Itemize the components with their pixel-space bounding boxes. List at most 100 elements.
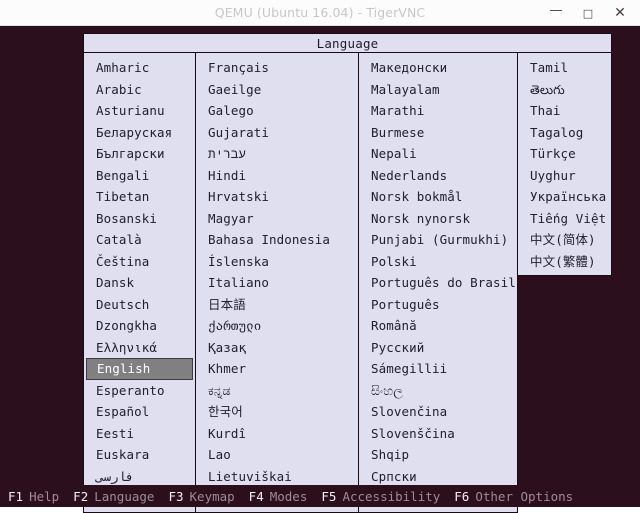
function-key-label: Other Options	[475, 488, 574, 504]
function-key-f4[interactable]: F4 Modes	[249, 489, 308, 504]
language-item[interactable]: Nederlands	[359, 165, 517, 187]
language-item[interactable]: Norsk nynorsk	[359, 208, 517, 230]
language-item[interactable]: فارسی	[84, 466, 195, 488]
language-item[interactable]: Kurdî	[196, 423, 358, 445]
language-item[interactable]: Nepali	[359, 143, 517, 165]
language-item[interactable]: Қазақ	[196, 337, 358, 359]
language-item[interactable]: Khmer	[196, 358, 358, 380]
language-item[interactable]: Tiếng Việt	[518, 208, 611, 230]
language-item[interactable]: Íslenska	[196, 251, 358, 273]
function-key-name: F5	[321, 488, 337, 504]
language-item[interactable]: Magyar	[196, 208, 358, 230]
function-key-label: Modes	[269, 488, 308, 504]
vnc-canvas[interactable]: Language Amharic Arabic Asturianu Беларуска…	[0, 26, 640, 513]
function-key-label: Accessibility	[342, 488, 441, 504]
language-item[interactable]: 한국어	[196, 401, 358, 423]
language-item[interactable]: Slovenčina	[359, 401, 517, 423]
language-item[interactable]: Euskara	[84, 444, 195, 466]
function-key-label: Language	[94, 488, 155, 504]
language-column-4: Tamil తెలుగు Thai Tagalog Türkçe Uyghur Україн…	[518, 53, 612, 276]
language-item[interactable]: Norsk bokmål	[359, 186, 517, 208]
function-key-f5[interactable]: F5 Accessibility	[321, 489, 440, 504]
language-item[interactable]: 中文(简体)	[518, 229, 611, 251]
language-item[interactable]: Asturianu	[84, 100, 195, 122]
language-item[interactable]: Italiano	[196, 272, 358, 294]
language-item[interactable]: Eesti	[84, 423, 195, 445]
language-item[interactable]: Bengali	[84, 165, 195, 187]
language-column-1: Amharic Arabic Asturianu Беларуская Българск…	[83, 53, 196, 513]
language-item[interactable]: Hrvatski	[196, 186, 358, 208]
language-item[interactable]: Arabic	[84, 79, 195, 101]
language-item[interactable]: Dzongkha	[84, 315, 195, 337]
language-item[interactable]: Español	[84, 401, 195, 423]
language-item[interactable]: Dansk	[84, 272, 195, 294]
language-item[interactable]: ქართული	[196, 315, 358, 337]
language-item[interactable]: Tagalog	[518, 122, 611, 144]
function-key-name: F3	[168, 488, 184, 504]
language-item[interactable]: Lao	[196, 444, 358, 466]
language-item[interactable]: Thai	[518, 100, 611, 122]
language-item[interactable]: Македонски	[359, 57, 517, 79]
language-item[interactable]: 中文(繁體)	[518, 251, 611, 273]
function-key-f1[interactable]: F1 Help	[8, 489, 59, 504]
language-item[interactable]: Português	[359, 294, 517, 316]
language-item[interactable]: Punjabi (Gurmukhi)	[359, 229, 517, 251]
language-item[interactable]: Uyghur	[518, 165, 611, 187]
language-item[interactable]: 日本語	[196, 294, 358, 316]
language-item[interactable]: Gaeilge	[196, 79, 358, 101]
language-item[interactable]: Ελληνικά	[84, 337, 195, 359]
language-column-2: Français Gaeilge Galego Gujarati עברית Hindi H…	[196, 53, 359, 513]
language-item[interactable]: Hindi	[196, 165, 358, 187]
language-item[interactable]: Malayalam	[359, 79, 517, 101]
language-item[interactable]: Deutsch	[84, 294, 195, 316]
language-item[interactable]: Shqip	[359, 444, 517, 466]
language-item[interactable]: Polski	[359, 251, 517, 273]
language-item[interactable]: Marathi	[359, 100, 517, 122]
window-title: QEMU (Ubuntu 16.04) - TigerVNC	[214, 5, 426, 20]
language-item[interactable]: Türkçe	[518, 143, 611, 165]
maximize-icon[interactable]: □	[572, 0, 604, 26]
language-item[interactable]: Português do Brasil	[359, 272, 517, 294]
language-item[interactable]: Bahasa Indonesia	[196, 229, 358, 251]
language-item[interactable]: Amharic	[84, 57, 195, 79]
language-item[interactable]: Burmese	[359, 122, 517, 144]
language-item[interactable]: తెలుగు	[518, 79, 611, 101]
function-key-name: F4	[248, 488, 264, 504]
function-key-label: Keymap	[189, 488, 235, 504]
language-item[interactable]: Català	[84, 229, 195, 251]
dialog-header: Language	[83, 33, 612, 53]
language-item[interactable]: Русский	[359, 337, 517, 359]
language-item[interactable]: Tibetan	[84, 186, 195, 208]
vnc-window: QEMU (Ubuntu 16.04) - TigerVNC — □ ✕ Lan…	[0, 0, 640, 513]
function-key-name: F2	[73, 488, 89, 504]
language-item[interactable]: Français	[196, 57, 358, 79]
function-key-f3[interactable]: F3 Keymap	[168, 489, 234, 504]
function-key-f6[interactable]: F6 Other Options	[454, 489, 573, 504]
function-key-label: Help	[29, 488, 60, 504]
language-item[interactable]: Esperanto	[84, 380, 195, 402]
language-item[interactable]: ಕನ್ನಡ	[196, 380, 358, 402]
language-item[interactable]: Slovenščina	[359, 423, 517, 445]
language-item[interactable]: עברית	[196, 143, 358, 165]
language-item[interactable]: Gujarati	[196, 122, 358, 144]
minimize-icon[interactable]: —	[540, 0, 572, 26]
language-item[interactable]: Lietuviškai	[196, 466, 358, 488]
language-item[interactable]: Galego	[196, 100, 358, 122]
language-item[interactable]: Српски	[359, 466, 517, 488]
language-columns: Amharic Arabic Asturianu Беларуская Българск…	[83, 53, 612, 513]
language-item-selected[interactable]: English	[86, 358, 193, 380]
language-item[interactable]: Беларуская	[84, 122, 195, 144]
language-item[interactable]: Tamil	[518, 57, 611, 79]
language-item[interactable]: සිංහල	[359, 380, 517, 402]
language-item[interactable]: Čeština	[84, 251, 195, 273]
language-item[interactable]: Română	[359, 315, 517, 337]
close-icon[interactable]: ✕	[604, 0, 636, 26]
language-item[interactable]: Sámegillii	[359, 358, 517, 380]
language-item[interactable]: Українська	[518, 186, 611, 208]
dialog-title: Language	[316, 35, 379, 51]
language-item[interactable]: Bosanski	[84, 208, 195, 230]
function-key-f2[interactable]: F2 Language	[73, 489, 154, 504]
language-selection-dialog: Language Amharic Arabic Asturianu Беларуска…	[83, 33, 612, 513]
language-item[interactable]: Български	[84, 143, 195, 165]
function-key-bar: F1 Help F2 Language F3 Keymap F4 Modes F5 Accessi…	[0, 485, 640, 507]
